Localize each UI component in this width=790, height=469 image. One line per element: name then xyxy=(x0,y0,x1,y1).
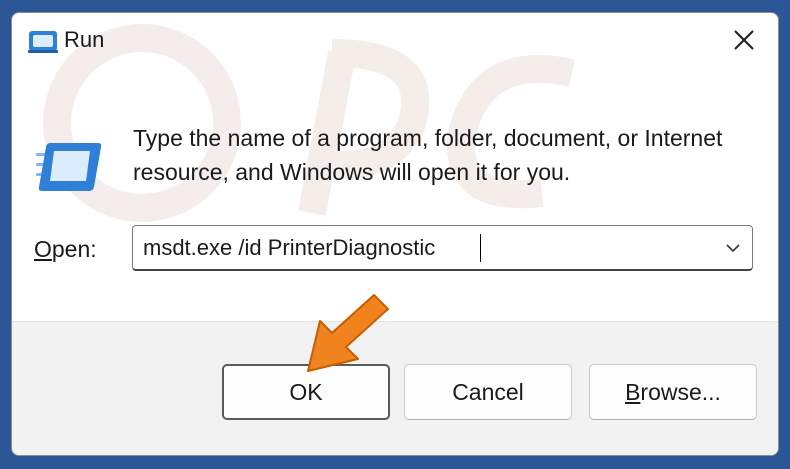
run-icon xyxy=(36,143,102,191)
open-combobox[interactable] xyxy=(132,225,753,271)
close-icon xyxy=(734,30,754,50)
open-label: Open: xyxy=(34,236,97,263)
close-button[interactable] xyxy=(710,13,778,67)
window-title: Run xyxy=(64,27,105,52)
main-area: Type the name of a program, folder, docu… xyxy=(12,71,778,321)
button-bar: OK Cancel Browse... xyxy=(12,321,778,455)
chevron-down-icon xyxy=(726,244,740,253)
cancel-button[interactable]: Cancel xyxy=(404,364,572,420)
title-bar[interactable]: Run xyxy=(12,13,778,71)
run-icon xyxy=(28,31,58,53)
dropdown-button[interactable] xyxy=(720,236,746,260)
open-label-text: pen: xyxy=(51,236,97,262)
ok-button[interactable]: OK xyxy=(222,364,390,420)
browse-mnemonic: B xyxy=(625,378,641,405)
text-caret xyxy=(480,234,481,262)
open-input[interactable] xyxy=(143,226,703,270)
open-label-mnemonic: O xyxy=(34,236,52,262)
run-dialog: Run Type the name of a program, folder, … xyxy=(11,12,779,456)
browse-label: rowse... xyxy=(640,378,721,405)
run-description: Type the name of a program, folder, docu… xyxy=(133,125,723,185)
browse-button[interactable]: Browse... xyxy=(589,364,757,420)
